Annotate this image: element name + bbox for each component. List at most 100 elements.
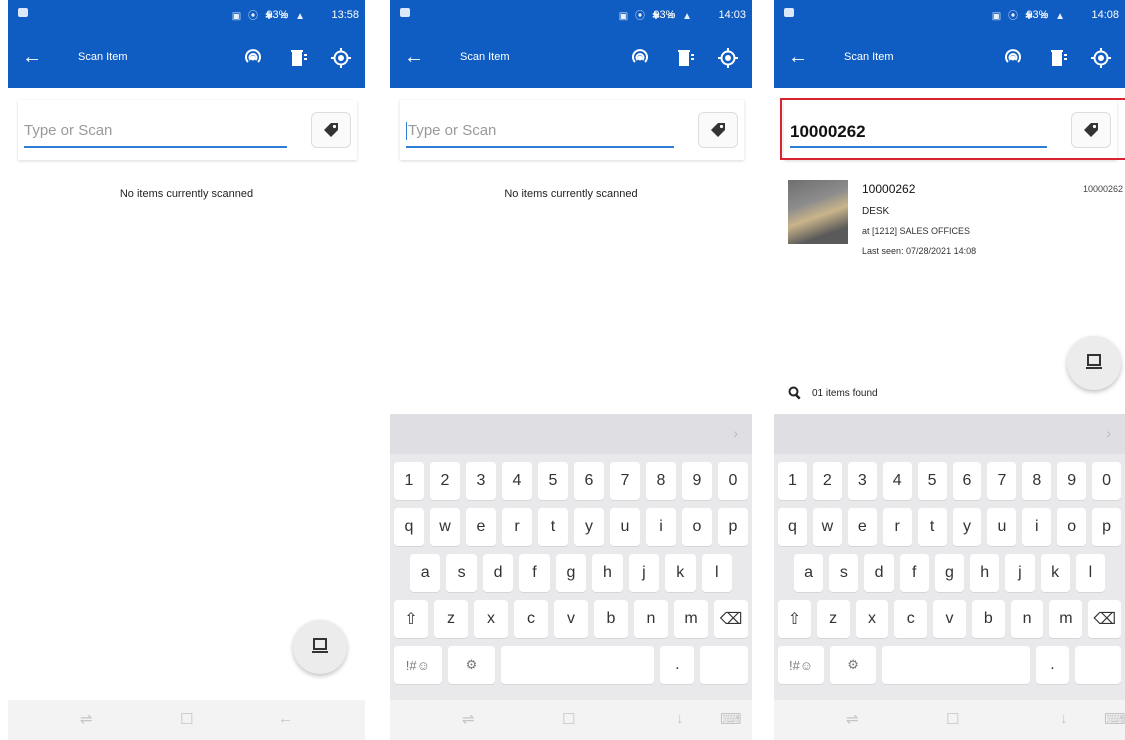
key[interactable]: 6 — [952, 462, 982, 500]
key[interactable]: x — [474, 600, 508, 638]
key[interactable]: 9 — [1057, 462, 1087, 500]
result-list-item[interactable]: 10000262 10000262 DESK at [1212] SALES O… — [774, 172, 1125, 264]
key[interactable]: h — [970, 554, 1000, 592]
key[interactable]: d — [864, 554, 894, 592]
key[interactable]: k — [665, 554, 696, 592]
period-key[interactable]: . — [660, 646, 695, 684]
key[interactable]: j — [628, 554, 660, 592]
key[interactable]: o — [682, 508, 712, 546]
key[interactable]: l — [1075, 554, 1105, 592]
settings-gear-icon[interactable]: ⚙ — [447, 646, 496, 684]
key[interactable]: 6 — [574, 462, 604, 500]
key[interactable]: q — [394, 508, 424, 546]
recent-apps-icon[interactable]: ⇌ — [80, 710, 93, 728]
period-key[interactable]: . — [1036, 646, 1069, 684]
key[interactable]: a — [794, 554, 824, 592]
enter-key[interactable] — [1074, 646, 1122, 684]
key[interactable]: 7 — [610, 462, 640, 500]
key[interactable]: e — [847, 508, 877, 546]
key[interactable]: q — [778, 508, 807, 546]
key[interactable]: ⌫ — [714, 600, 748, 638]
key[interactable]: f — [899, 554, 929, 592]
back-arrow-icon[interactable]: ← — [22, 45, 42, 69]
key[interactable]: 5 — [538, 462, 568, 500]
key[interactable]: c — [894, 600, 928, 638]
chevron-right-icon[interactable]: › — [733, 425, 738, 441]
key[interactable]: ⇧ — [394, 600, 428, 638]
key[interactable]: n — [634, 600, 668, 638]
nfc-icon[interactable] — [239, 44, 267, 72]
key[interactable]: 4 — [882, 462, 912, 500]
target-icon[interactable] — [1087, 44, 1115, 72]
tag-button[interactable] — [698, 112, 738, 148]
home-icon[interactable]: ☐ — [946, 710, 959, 728]
hide-keyboard-icon[interactable]: ↓ — [1060, 710, 1068, 727]
key[interactable]: 1 — [394, 462, 424, 500]
key[interactable]: b — [594, 600, 628, 638]
key[interactable]: r — [502, 508, 532, 546]
key[interactable]: u — [987, 508, 1017, 546]
key[interactable]: 2 — [430, 462, 460, 500]
tag-button[interactable] — [311, 112, 351, 148]
key[interactable]: w — [430, 508, 460, 546]
recent-apps-icon[interactable]: ⇌ — [462, 710, 475, 728]
search-input[interactable]: Type or Scan — [406, 118, 674, 148]
key[interactable]: 2 — [812, 462, 842, 500]
scanner-button[interactable] — [1067, 336, 1121, 390]
key[interactable]: n — [1010, 600, 1044, 638]
key[interactable]: l — [701, 554, 732, 592]
key[interactable]: i — [1022, 508, 1052, 546]
system-back-icon[interactable]: ← — [278, 710, 293, 727]
target-icon[interactable] — [327, 44, 355, 72]
key[interactable]: 5 — [917, 462, 947, 500]
key[interactable]: u — [610, 508, 640, 546]
key[interactable]: i — [646, 508, 676, 546]
key[interactable]: s — [829, 554, 859, 592]
space-key[interactable] — [882, 646, 1031, 684]
key[interactable]: 9 — [682, 462, 712, 500]
key[interactable]: d — [482, 554, 514, 592]
key[interactable]: y — [574, 508, 604, 546]
key[interactable]: m — [674, 600, 708, 638]
key[interactable]: 7 — [987, 462, 1017, 500]
key[interactable]: z — [816, 600, 850, 638]
trash-icon[interactable] — [672, 44, 700, 72]
key[interactable]: s — [446, 554, 477, 592]
keyboard-icon[interactable]: ⌨ — [1104, 710, 1125, 728]
key[interactable]: ⌫ — [1088, 600, 1122, 638]
key[interactable]: x — [855, 600, 889, 638]
trash-icon[interactable] — [285, 44, 313, 72]
enter-key[interactable] — [700, 646, 748, 684]
nfc-icon[interactable] — [999, 44, 1027, 72]
hide-keyboard-icon[interactable]: ↓ — [676, 710, 684, 727]
key[interactable]: k — [1040, 554, 1070, 592]
key[interactable]: z — [434, 600, 468, 638]
key[interactable]: g — [555, 554, 587, 592]
key[interactable]: r — [882, 508, 912, 546]
back-arrow-icon[interactable]: ← — [404, 45, 424, 69]
key[interactable]: y — [952, 508, 982, 546]
key[interactable]: v — [933, 600, 966, 638]
key[interactable]: p — [1092, 508, 1122, 546]
home-icon[interactable]: ☐ — [562, 710, 575, 728]
key[interactable]: 0 — [1092, 462, 1122, 500]
key[interactable]: 1 — [778, 462, 807, 500]
recent-apps-icon[interactable]: ⇌ — [846, 710, 859, 728]
chevron-right-icon[interactable]: › — [1106, 425, 1111, 441]
nfc-icon[interactable] — [626, 44, 654, 72]
home-icon[interactable]: ☐ — [180, 710, 193, 728]
search-input[interactable]: Type or Scan — [24, 118, 287, 148]
key[interactable]: w — [812, 508, 842, 546]
key[interactable]: t — [538, 508, 568, 546]
scanner-button[interactable] — [293, 620, 347, 674]
key[interactable]: a — [410, 554, 441, 592]
key[interactable]: b — [971, 600, 1005, 638]
key[interactable]: c — [514, 600, 548, 638]
symbols-key[interactable]: !#☺ — [778, 646, 825, 684]
target-icon[interactable] — [714, 44, 742, 72]
key[interactable]: h — [592, 554, 623, 592]
key[interactable]: o — [1057, 508, 1087, 546]
key[interactable]: 4 — [502, 462, 532, 500]
trash-icon[interactable] — [1045, 44, 1073, 72]
key[interactable]: t — [917, 508, 947, 546]
